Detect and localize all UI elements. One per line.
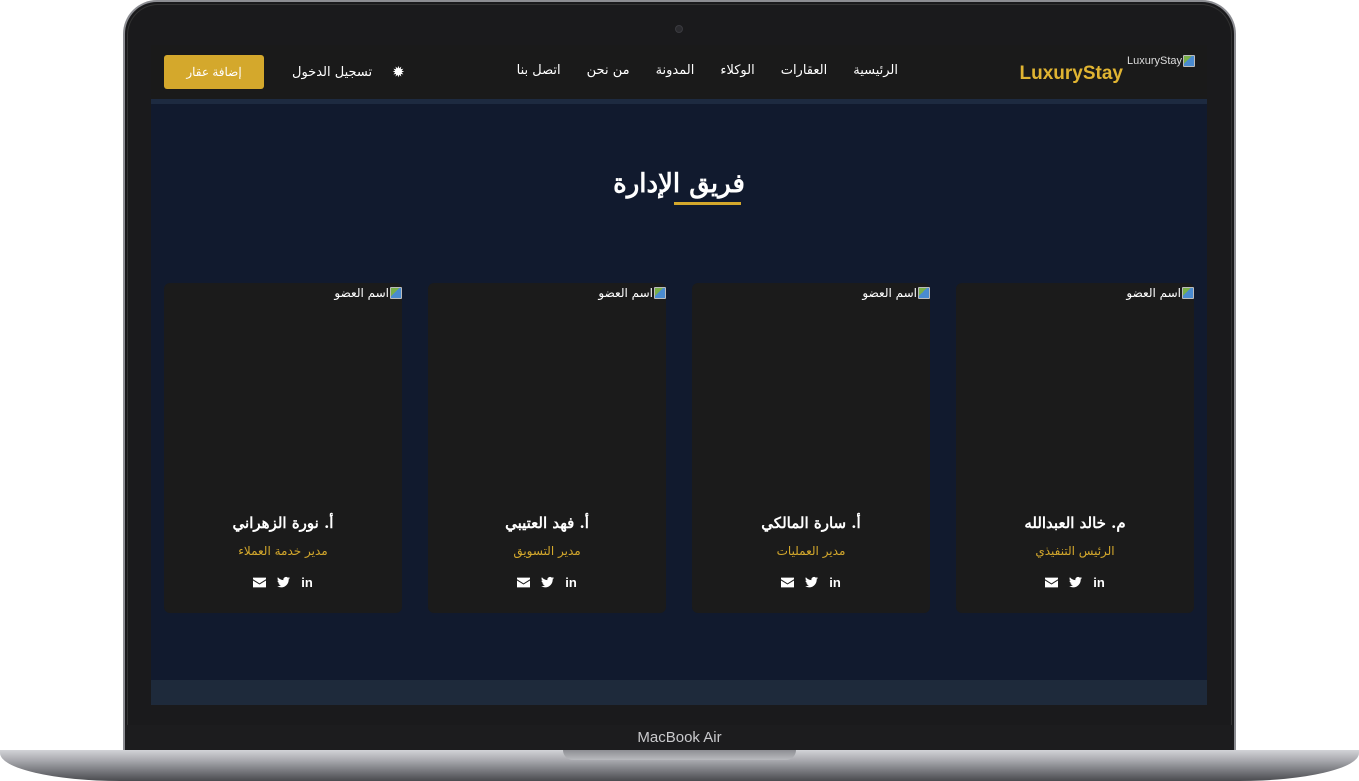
- broken-image-icon: [390, 287, 402, 299]
- linkedin-icon[interactable]: in: [1092, 575, 1106, 590]
- member-social-links: in: [956, 575, 1194, 590]
- member-role: مدير خدمة العملاء: [238, 544, 328, 558]
- twitter-icon[interactable]: [276, 575, 290, 589]
- nav-link-about[interactable]: من نحن: [587, 63, 630, 78]
- linkedin-icon[interactable]: in: [828, 575, 842, 590]
- linkedin-icon[interactable]: in: [300, 575, 314, 590]
- logo-image-alt: LuxuryStay: [1126, 55, 1182, 67]
- member-role: مدير العمليات: [776, 544, 846, 558]
- navbar-divider: [151, 99, 1207, 104]
- nav-link-home[interactable]: الرئيسية: [853, 63, 898, 78]
- footer-strip: [151, 680, 1207, 705]
- login-link[interactable]: تسجيل الدخول: [292, 65, 372, 80]
- member-photo-alt: اسم العضو: [598, 286, 653, 300]
- member-photo: اسم العضو: [862, 286, 930, 300]
- broken-image-icon: [918, 287, 930, 299]
- envelope-icon[interactable]: [1044, 575, 1058, 589]
- member-name: م. خالد العبدالله: [1024, 514, 1126, 532]
- broken-image-icon: [1182, 287, 1194, 299]
- twitter-icon[interactable]: [1068, 575, 1082, 589]
- twitter-icon[interactable]: [540, 575, 554, 589]
- add-property-button[interactable]: إضافة عقار: [164, 55, 264, 89]
- member-social-links: in: [164, 575, 402, 590]
- screen: LuxuryStay LuxuryStay الرئيسية العقارات …: [151, 45, 1207, 705]
- member-photo-alt: اسم العضو: [334, 286, 389, 300]
- team-card: اسم العضو م. خالد العبدالله الرئيس التنف…: [956, 283, 1194, 613]
- team-card: اسم العضو أ. سارة المالكي مدير العمليات …: [692, 283, 930, 613]
- camera-icon: [675, 25, 683, 33]
- broken-image-icon: [1183, 55, 1195, 67]
- member-name: أ. نورة الزهراني: [232, 514, 334, 532]
- section-title: فريق الإدارة: [613, 169, 745, 199]
- twitter-icon[interactable]: [804, 575, 818, 589]
- logo[interactable]: LuxuryStay LuxuryStay: [1019, 55, 1195, 85]
- device-label: MacBook Air: [637, 729, 722, 746]
- member-social-links: in: [428, 575, 666, 590]
- logo-text[interactable]: LuxuryStay: [1019, 63, 1122, 85]
- title-underline: [674, 202, 741, 205]
- gear-icon[interactable]: ✹: [392, 63, 405, 81]
- team-card: اسم العضو أ. فهد العتيبي مدير التسويق in: [428, 283, 666, 613]
- broken-image-icon: [654, 287, 666, 299]
- member-photo-alt: اسم العضو: [1126, 286, 1181, 300]
- member-role: مدير التسويق: [513, 544, 581, 558]
- member-photo: اسم العضو: [1126, 286, 1194, 300]
- laptop-opening-notch: [563, 750, 796, 760]
- nav-actions: ✹ تسجيل الدخول إضافة عقار: [164, 55, 405, 89]
- navbar: LuxuryStay LuxuryStay الرئيسية العقارات …: [151, 45, 1207, 99]
- nav-link-blog[interactable]: المدونة: [656, 63, 695, 78]
- team-grid: اسم العضو م. خالد العبدالله الرئيس التنف…: [164, 283, 1194, 613]
- member-name: أ. فهد العتيبي: [505, 514, 589, 532]
- logo-image[interactable]: LuxuryStay: [1127, 55, 1195, 67]
- envelope-icon[interactable]: [780, 575, 794, 589]
- member-photo: اسم العضو: [334, 286, 402, 300]
- nav-link-contact[interactable]: اتصل بنا: [517, 63, 561, 78]
- envelope-icon[interactable]: [252, 575, 266, 589]
- member-role: الرئيس التنفيذي: [1035, 544, 1115, 558]
- member-photo: اسم العضو: [598, 286, 666, 300]
- nav-link-agents[interactable]: الوكلاء: [720, 63, 754, 78]
- nav-link-properties[interactable]: العقارات: [781, 63, 828, 78]
- member-name: أ. سارة المالكي: [761, 514, 861, 532]
- linkedin-icon[interactable]: in: [564, 575, 578, 590]
- member-photo-alt: اسم العضو: [862, 286, 917, 300]
- team-card: اسم العضو أ. نورة الزهراني مدير خدمة الع…: [164, 283, 402, 613]
- envelope-icon[interactable]: [516, 575, 530, 589]
- main-nav: الرئيسية العقارات الوكلاء المدونة من نحن…: [517, 63, 898, 78]
- member-social-links: in: [692, 575, 930, 590]
